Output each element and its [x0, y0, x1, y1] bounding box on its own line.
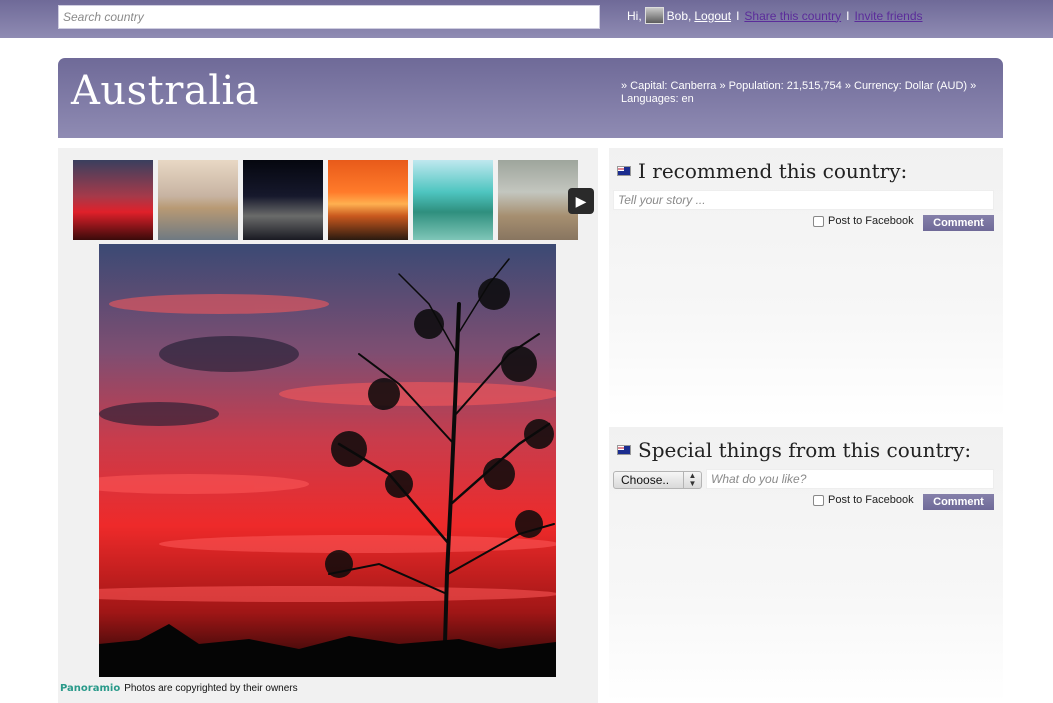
post-facebook-checkbox[interactable] [813, 494, 824, 506]
country-facts: » Capital: Canberra » Population: 21,515… [621, 80, 986, 106]
recommend-title: I recommend this country: [617, 159, 907, 183]
logout-link[interactable]: Logout [694, 9, 731, 23]
facts-line: Languages: en [621, 93, 694, 105]
top-bar: Hi, Bob, Logout I Share this country I I… [0, 0, 1053, 38]
main-photo [99, 244, 556, 677]
post-facebook-checkbox[interactable] [813, 215, 824, 227]
search-input[interactable] [58, 5, 600, 29]
thumb-reef[interactable] [413, 160, 493, 240]
credit-text: Photos are copyrighted by their owners [124, 683, 298, 694]
invite-friends-link[interactable]: Invite friends [854, 9, 922, 23]
thumb-sunset-tree[interactable] [73, 160, 153, 240]
special-things-panel: Special things from this country: Choose… [609, 427, 1003, 703]
select-arrows-icon: ▲ ▼ [683, 472, 701, 488]
special-title-text: Special things from this country: [638, 438, 972, 462]
category-select-value: Choose.. [621, 473, 670, 487]
share-country-link[interactable]: Share this country [744, 9, 841, 23]
separator: I [736, 8, 740, 23]
like-input[interactable] [706, 469, 994, 489]
comment-button[interactable]: Comment [923, 494, 994, 510]
post-facebook-label: Post to Facebook [828, 215, 914, 227]
panoramio-logo[interactable]: Panoramio [60, 683, 120, 694]
thumb-night-harbour[interactable] [243, 160, 323, 240]
facts-line: » Capital: Canberra » Population: 21,515… [621, 80, 977, 92]
recommend-title-text: I recommend this country: [638, 159, 908, 183]
greeting-text: Hi, [627, 8, 642, 23]
next-photos-button[interactable]: ▶ [568, 188, 594, 214]
thumb-kangaroo[interactable] [498, 160, 578, 240]
country-header: Australia » Capital: Canberra » Populati… [58, 58, 1003, 138]
post-facebook-option[interactable]: Post to Facebook [813, 494, 914, 506]
comment-button[interactable]: Comment [923, 215, 994, 231]
photo-gallery: ▶ Panoramio Photos are copyrighted by th… [58, 148, 598, 703]
post-facebook-option[interactable]: Post to Facebook [813, 215, 914, 227]
story-input[interactable] [613, 190, 994, 210]
country-title: Australia [71, 68, 260, 114]
separator: I [846, 8, 850, 23]
photo-credit: Panoramio Photos are copyrighted by thei… [60, 683, 298, 694]
category-select[interactable]: Choose.. ▲ ▼ [613, 471, 702, 489]
thumb-camel-sunset[interactable] [328, 160, 408, 240]
user-bar: Hi, Bob, Logout I Share this country I I… [627, 7, 923, 24]
chevron-right-icon: ▶ [575, 192, 587, 209]
thumb-sydney-skyline[interactable] [158, 160, 238, 240]
australia-flag-icon [617, 166, 631, 176]
username: Bob, [666, 8, 692, 23]
special-title: Special things from this country: [617, 438, 971, 462]
recommend-panel: I recommend this country: Post to Facebo… [609, 148, 1003, 418]
post-facebook-label: Post to Facebook [828, 494, 914, 506]
avatar [644, 7, 664, 24]
australia-flag-icon [617, 445, 631, 455]
